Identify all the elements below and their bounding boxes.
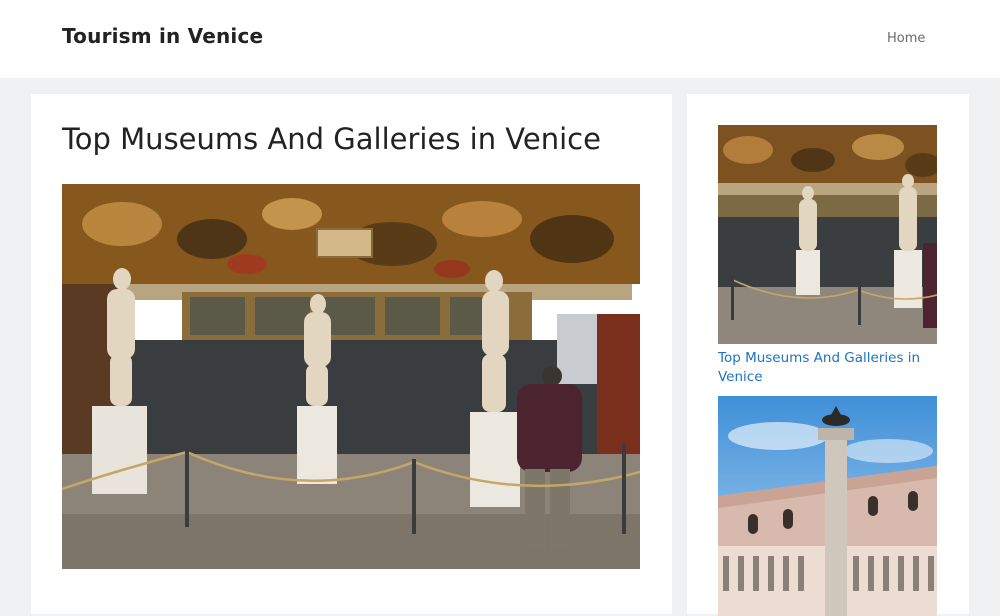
site-header: Tourism in Venice Home bbox=[0, 0, 1000, 78]
sidebar-post-title[interactable]: Top Museums And Galleries in Venice bbox=[718, 349, 937, 387]
sidebar: Top Museums And Galleries in Venice bbox=[687, 94, 969, 616]
nav-item-home[interactable]: Home bbox=[887, 31, 925, 46]
article-card: Top Museums And Galleries in Venice bbox=[31, 94, 672, 614]
sidebar-post-thumbnail[interactable] bbox=[718, 125, 937, 344]
page-title: Top Museums And Galleries in Venice bbox=[62, 122, 601, 156]
site-title[interactable]: Tourism in Venice bbox=[62, 24, 263, 48]
sidebar-post-thumbnail[interactable] bbox=[718, 396, 937, 616]
featured-image bbox=[62, 184, 640, 569]
